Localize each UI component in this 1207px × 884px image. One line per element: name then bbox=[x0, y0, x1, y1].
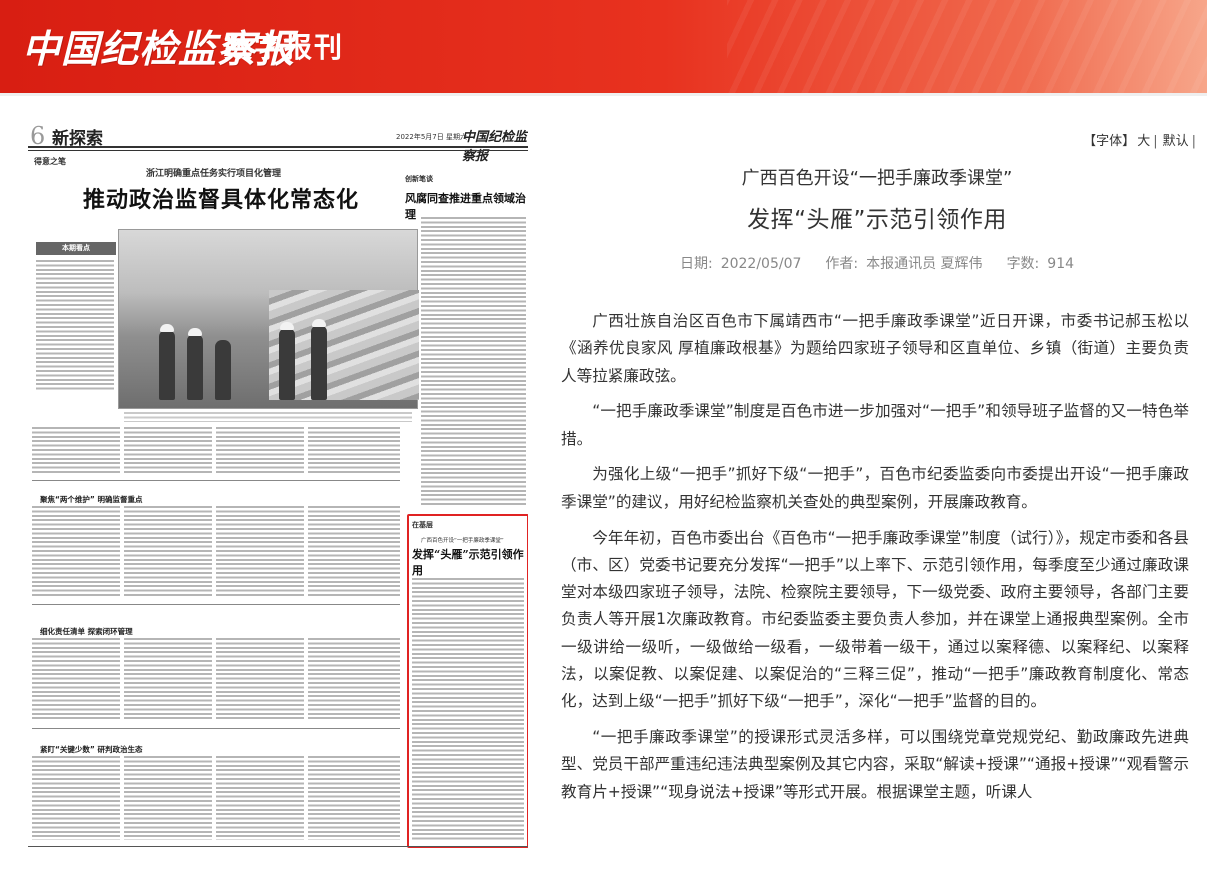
right-column-text bbox=[421, 217, 526, 507]
subhead-1: 聚焦“两个维护” 明确监督重点 bbox=[40, 495, 143, 504]
article-date: 2022/05/07 bbox=[720, 256, 802, 272]
page-rule-thin bbox=[28, 150, 528, 151]
photo-figure bbox=[187, 334, 203, 400]
right-column-tag: 创新笔谈 bbox=[405, 175, 433, 183]
author-label: 作者: bbox=[825, 256, 859, 272]
photo-caption bbox=[124, 412, 412, 422]
lead-text-col bbox=[216, 427, 304, 475]
summary-text bbox=[36, 260, 114, 390]
article-meta: 日期: 2022/05/07 作者: 本报通讯员 夏辉伟 字数: 914 bbox=[562, 253, 1192, 273]
article-paragraph: 今年年初，百色市委出台《百色市“一把手廉政季课堂”制度（试行）》，规定市委和各县… bbox=[561, 528, 1189, 711]
font-large-link[interactable]: 大 bbox=[1137, 134, 1150, 149]
font-separator: | bbox=[1153, 134, 1158, 149]
subhead-3: 紧盯“关键少数” 研判政治生态 bbox=[40, 745, 143, 754]
font-label: 【字体】 bbox=[1083, 134, 1136, 149]
article-wordcount: 914 bbox=[1047, 256, 1075, 272]
lead-text-col bbox=[216, 506, 304, 598]
article-kicker: 广西百色开设“一把手廉政季课堂” bbox=[741, 168, 1013, 189]
photo-figure bbox=[279, 328, 295, 400]
wordcount-label: 字数: bbox=[1006, 256, 1040, 272]
lead-photo bbox=[118, 229, 419, 409]
newspaper-page-image[interactable]: 6 新探索 2022年5月7日 星期六 中国纪检监察报 得意之笔 浙江明确重点任… bbox=[28, 122, 528, 862]
lead-text-col bbox=[32, 756, 120, 840]
summary-box-label: 本期看点 bbox=[36, 242, 116, 255]
lead-text-col bbox=[32, 638, 120, 720]
photo-figure bbox=[159, 330, 175, 400]
date-label: 日期: bbox=[679, 256, 713, 272]
page-rule bbox=[28, 146, 528, 148]
subhead-2: 细化责任清单 探索闭环管理 bbox=[40, 627, 133, 636]
header-divider bbox=[0, 93, 1207, 96]
lead-kicker: 浙江明确重点任务实行项目化管理 bbox=[146, 169, 282, 179]
lead-text-col bbox=[216, 638, 304, 720]
photo-helmet bbox=[280, 322, 294, 330]
photo-figure bbox=[311, 325, 327, 400]
lead-headline[interactable]: 推动政治监督具体化常态化 bbox=[83, 182, 359, 214]
column-tag-left: 得意之笔 bbox=[34, 157, 66, 166]
lead-text-col bbox=[124, 756, 212, 840]
article-paragraph: 为强化上级“一把手”抓好下级“一把手”，百色市纪委监委向市委提出开设“一把手廉政… bbox=[561, 465, 1189, 511]
lead-text-col bbox=[124, 638, 212, 720]
font-separator: | bbox=[1191, 134, 1196, 149]
photo-helmet bbox=[312, 319, 326, 327]
lead-text-col bbox=[308, 756, 400, 840]
font-default-link[interactable]: 默认 bbox=[1163, 134, 1189, 149]
lead-text-col bbox=[124, 427, 212, 475]
selected-article-outline[interactable] bbox=[407, 514, 528, 848]
section-rule bbox=[32, 728, 400, 729]
photo-helmet bbox=[188, 328, 202, 336]
photo-helmet bbox=[160, 324, 174, 332]
page-masthead: 中国纪检监察报 bbox=[462, 130, 528, 164]
lead-text-col bbox=[216, 756, 304, 840]
article-paragraph: 广西壮族自治区百色市下属靖西市“一把手廉政季课堂”近日开课，市委书记郝玉松以《涵… bbox=[561, 312, 1189, 385]
section-rule bbox=[32, 604, 400, 605]
font-size-controls: 【字体】大 | 默认 | bbox=[1081, 130, 1199, 149]
article-body: 广西壮族自治区百色市下属靖西市“一把手廉政季课堂”近日开课，市委书记郝玉松以《涵… bbox=[561, 308, 1189, 815]
site-subtitle: 数字报刊 bbox=[224, 31, 345, 64]
site-header: 中国纪检监察报 数字报刊 bbox=[0, 0, 1207, 93]
lead-text-col bbox=[32, 506, 120, 598]
photo-figure bbox=[215, 340, 231, 400]
article-author: 本报通讯员 夏辉伟 bbox=[866, 256, 983, 272]
article-paragraph: “一把手廉政季课堂”的授课形式灵活多样，可以围绕党章党规党纪、勤政廉政先进典型、… bbox=[561, 728, 1189, 801]
lead-text-col bbox=[308, 638, 400, 720]
lead-text-col bbox=[308, 427, 400, 475]
lead-text-col bbox=[308, 506, 400, 598]
lead-text-col bbox=[32, 427, 120, 475]
lead-text-col bbox=[124, 506, 212, 598]
page-footer-rule bbox=[28, 846, 528, 847]
article-paragraph: “一把手廉政季课堂”制度是百色市进一步加强对“一把手”和领导班子监督的又一特色举… bbox=[561, 402, 1189, 448]
page-date: 2022年5月7日 星期六 bbox=[396, 133, 467, 141]
section-rule bbox=[32, 480, 400, 481]
article-title: 发挥“头雁”示范引领作用 bbox=[747, 207, 1007, 233]
